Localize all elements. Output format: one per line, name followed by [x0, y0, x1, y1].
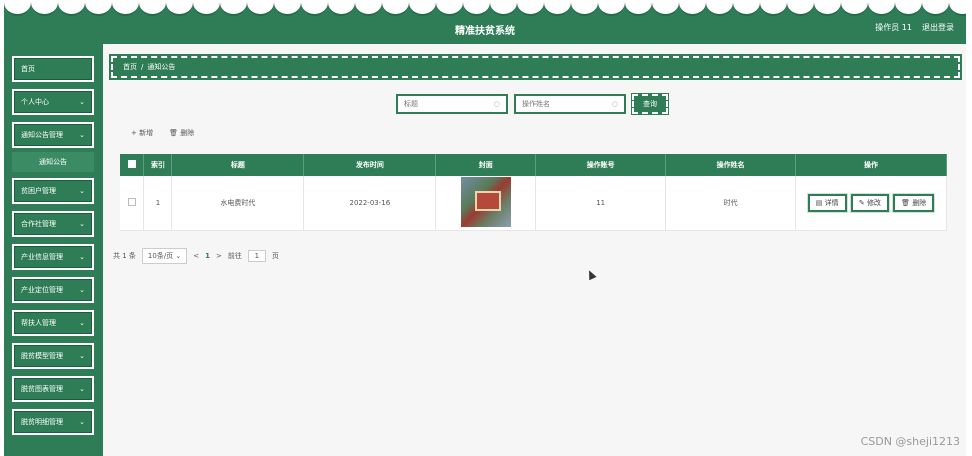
page-size-select[interactable]: 10条/页 ⌄ — [141, 248, 188, 264]
delete-label: 删除 — [912, 198, 927, 207]
current-page[interactable]: 1 — [205, 252, 210, 260]
col-date: 发布时间 — [303, 154, 437, 176]
breadcrumb-home[interactable]: 首页 — [123, 62, 137, 72]
search-icon: ○ — [611, 100, 618, 108]
sidebar-item-model[interactable]: 脱贫模型管理 ⌄ — [12, 343, 94, 369]
watermark: CSDN @sheji1213 — [860, 435, 960, 448]
prev-page-button[interactable]: < — [193, 252, 199, 260]
sidebar-item-label: 通知公告 — [39, 158, 67, 166]
sidebar-item-label: 通知公告管理 — [21, 131, 63, 139]
row-title: 水电费时代 — [171, 176, 305, 231]
select-all-header[interactable] — [120, 154, 145, 176]
sidebar-item-label: 帮扶人管理 — [21, 319, 56, 327]
edit-icon: ✎ — [858, 198, 865, 207]
row-date: 2022-03-16 — [303, 176, 437, 231]
row-checkbox[interactable] — [127, 197, 136, 206]
chevron-down-icon: ⌄ — [79, 352, 85, 360]
chevron-down-icon: ⌄ — [79, 253, 85, 261]
col-title: 标题 — [171, 154, 305, 176]
goto-page-input[interactable]: 1 — [247, 250, 266, 262]
row-delete-button[interactable]: 🗑 删除 — [892, 192, 936, 213]
query-button[interactable]: 查询 — [631, 93, 669, 115]
sidebar-item-label: 贫困户管理 — [21, 187, 56, 195]
row-index: 1 — [143, 176, 173, 231]
pagination: 共 1 条 10条/页 ⌄ < 1 > 前往 1 页 — [113, 248, 279, 264]
operator-search-box: ○ — [514, 94, 626, 114]
col-account: 操作账号 — [535, 154, 667, 176]
trash-icon: 🗑 — [901, 198, 911, 207]
sidebar-subitem-notice[interactable]: 通知公告 — [12, 152, 94, 172]
title-search-box: ○ — [396, 94, 508, 114]
chevron-down-icon: ⌄ — [79, 220, 85, 228]
detail-button[interactable]: ▤ 详情 — [806, 192, 848, 213]
chevron-down-icon: ⌄ — [79, 187, 85, 195]
next-page-button[interactable]: > — [216, 252, 222, 260]
search-bar: ○ ○ 查询 — [396, 93, 669, 115]
row-name: 时代 — [665, 176, 797, 231]
row-select-cell — [120, 176, 145, 231]
sidebar-item-cooperative[interactable]: 合作社管理 ⌄ — [12, 211, 94, 237]
logout-link[interactable]: 退出登录 — [922, 22, 954, 33]
sidebar-item-label: 产业定位管理 — [21, 286, 63, 294]
sidebar-item-industry-position[interactable]: 产业定位管理 ⌄ — [12, 277, 94, 303]
app-title: 精准扶贫系统 — [455, 26, 515, 37]
total-count: 共 1 条 — [113, 252, 136, 260]
sidebar-item-chart[interactable]: 脱贫图表管理 ⌄ — [12, 376, 94, 402]
notice-table: 索引 标题 发布时间 封面 操作账号 操作姓名 操作 1 水电费时代 2022-… — [120, 154, 947, 231]
breadcrumb: 首页 / 通知公告 — [109, 54, 962, 80]
chevron-down-icon: ⌄ — [79, 319, 85, 327]
detail-label: 详情 — [824, 198, 839, 207]
edit-button[interactable]: ✎ 修改 — [849, 192, 890, 213]
goto-label: 前往 — [227, 252, 242, 260]
chevron-down-icon: ⌄ — [79, 286, 85, 294]
col-name: 操作姓名 — [665, 154, 797, 176]
delete-button[interactable]: 🗑 删除 — [169, 128, 194, 138]
sidebar-item-notice-mgmt[interactable]: 通知公告管理 ⌄ — [12, 122, 94, 148]
sidebar-item-label: 首页 — [21, 65, 35, 73]
search-icon: ○ — [493, 100, 500, 108]
sidebar-item-label: 脱贫模型管理 — [21, 352, 63, 360]
sidebar-item-industry-info[interactable]: 产业信息管理 ⌄ — [12, 244, 94, 270]
edit-label: 修改 — [866, 198, 881, 207]
main-content: 首页 / 通知公告 ○ ○ 查询 + 新增 🗑 删除 索引 标题 发布时间 封面… — [103, 44, 966, 456]
row-account: 11 — [535, 176, 667, 231]
sidebar: 首页 个人中心 ⌄ 通知公告管理 ⌄ 通知公告 贫困户管理 ⌄ 合作社管理 ⌄ … — [4, 44, 103, 456]
sidebar-item-label: 个人中心 — [21, 98, 49, 106]
col-cover: 封面 — [435, 154, 537, 176]
operator-search-input[interactable] — [522, 100, 602, 108]
table-header-row: 索引 标题 发布时间 封面 操作账号 操作姓名 操作 — [120, 154, 947, 176]
scallop-decoration — [4, 0, 966, 20]
sidebar-item-detail[interactable]: 脱贫明细管理 ⌄ — [12, 409, 94, 435]
page-size-value: 10条/页 — [147, 252, 174, 260]
title-search-input[interactable] — [404, 100, 484, 108]
sidebar-item-helper[interactable]: 帮扶人管理 ⌄ — [12, 310, 94, 336]
chevron-down-icon: ⌄ — [79, 385, 85, 393]
sidebar-item-label: 脱贫图表管理 — [21, 385, 63, 393]
sidebar-item-label: 产业信息管理 — [21, 253, 63, 261]
current-user: 操作员 11 — [875, 23, 912, 32]
breadcrumb-separator: / — [141, 63, 144, 71]
sidebar-item-personal[interactable]: 个人中心 ⌄ — [12, 89, 94, 115]
sidebar-item-home[interactable]: 首页 — [12, 56, 94, 82]
page-suffix: 页 — [271, 252, 279, 260]
cover-image[interactable] — [460, 176, 511, 227]
table-row: 1 水电费时代 2022-03-16 11 时代 ▤ 详情 ✎ 修改 🗑 删除 — [120, 176, 947, 231]
breadcrumb-current: 通知公告 — [147, 63, 176, 71]
col-index: 索引 — [143, 154, 173, 176]
col-operations: 操作 — [795, 154, 947, 176]
sidebar-item-label: 合作社管理 — [21, 220, 56, 228]
chevron-down-icon: ⌄ — [79, 418, 85, 426]
toolbar: + 新增 🗑 删除 — [131, 128, 194, 138]
chevron-down-icon: ⌄ — [79, 98, 85, 106]
document-icon: ▤ — [815, 198, 823, 207]
select-all-checkbox[interactable] — [127, 160, 136, 168]
chevron-down-icon: ⌄ — [175, 252, 182, 260]
row-cover-cell — [435, 176, 537, 231]
add-button[interactable]: + 新增 — [131, 128, 153, 138]
row-operations: ▤ 详情 ✎ 修改 🗑 删除 — [795, 176, 947, 231]
sidebar-item-label: 脱贫明细管理 — [21, 418, 63, 426]
chevron-down-icon: ⌄ — [79, 131, 85, 139]
top-header: 精准扶贫系统 操作员 11 退出登录 — [4, 0, 966, 44]
sidebar-item-poor-household[interactable]: 贫困户管理 ⌄ — [12, 178, 94, 204]
